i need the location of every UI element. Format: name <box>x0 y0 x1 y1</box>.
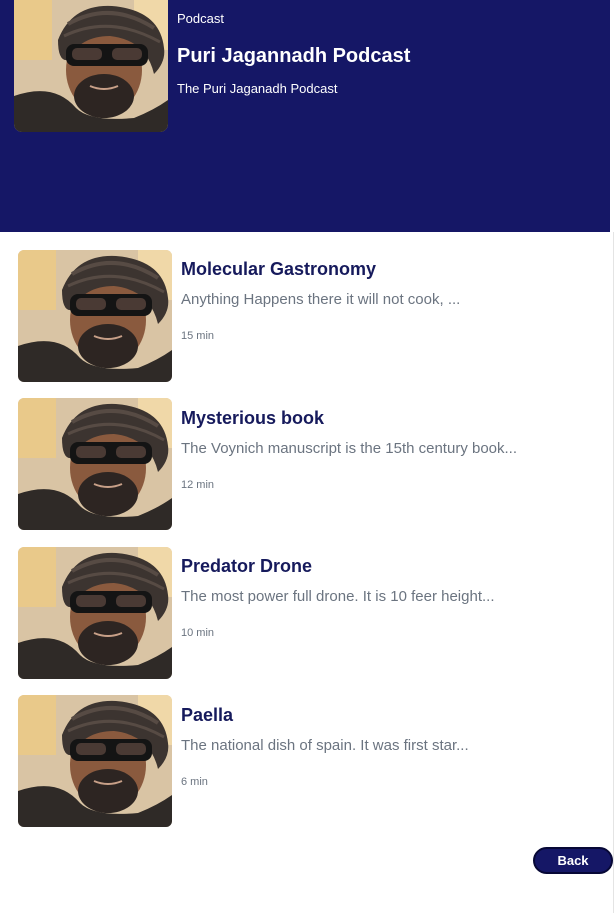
podcast-header: Podcast Puri Jagannadh Podcast The Puri … <box>0 0 610 232</box>
episode-title[interactable]: Predator Drone <box>181 556 312 577</box>
episode-description: The most power full drone. It is 10 feer… <box>181 588 495 605</box>
host-portrait <box>18 398 172 530</box>
podcast-subtitle: The Puri Jaganadh Podcast <box>177 81 338 96</box>
podcast-kicker: Podcast <box>177 11 224 26</box>
episode-description: Anything Happens there it will not cook,… <box>181 291 461 308</box>
host-portrait <box>18 695 172 827</box>
host-portrait <box>18 547 172 679</box>
episode-title[interactable]: Mysterious book <box>181 408 324 429</box>
episode-title[interactable]: Paella <box>181 705 233 726</box>
episode-duration: 6 min <box>181 776 208 788</box>
episode-description: The national dish of spain. It was first… <box>181 737 469 754</box>
header-edge <box>610 0 614 232</box>
episode-thumbnail[interactable] <box>18 695 172 827</box>
podcast-cover-image <box>14 0 168 132</box>
host-portrait <box>18 250 172 382</box>
episode-thumbnail[interactable] <box>18 250 172 382</box>
episode-thumbnail[interactable] <box>18 398 172 530</box>
episode-duration: 10 min <box>181 627 215 639</box>
host-portrait <box>14 0 168 132</box>
episode-duration: 12 min <box>181 479 215 491</box>
back-button[interactable]: Back <box>533 847 613 874</box>
episode-title[interactable]: Molecular Gastronomy <box>181 259 376 280</box>
episode-thumbnail[interactable] <box>18 547 172 679</box>
podcast-screen: Podcast Puri Jagannadh Podcast The Puri … <box>0 0 614 913</box>
episode-description: The Voynich manuscript is the 15th centu… <box>181 440 518 457</box>
podcast-title: Puri Jagannadh Podcast <box>177 45 411 67</box>
episode-duration: 15 min <box>181 330 215 342</box>
